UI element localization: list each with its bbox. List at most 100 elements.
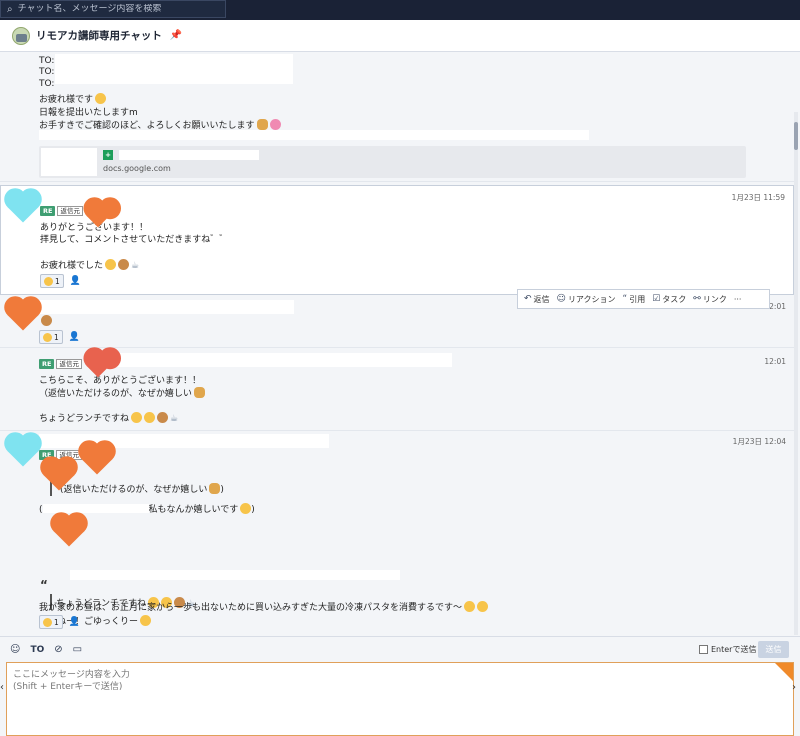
more-action[interactable]: ···	[734, 295, 742, 304]
smile-icon: ☺	[556, 294, 566, 304]
preview-domain: docs.google.com	[103, 164, 171, 173]
emoji-icon[interactable]: ☺	[10, 644, 20, 655]
task-action[interactable]: ☑ タスク	[652, 294, 686, 305]
face-emoji-icon	[43, 617, 52, 627]
face-emoji-icon	[140, 615, 152, 626]
send-button[interactable]: 送信	[758, 641, 789, 658]
bowl-emoji-icon	[118, 259, 130, 270]
more-icon: ···	[733, 294, 742, 304]
message-text: ちょうどランチですね ☕	[39, 412, 179, 424]
message-timeline: TO: TO: TO: お疲れ様です 日報を提出いたしますm お手すきでご確認の…	[0, 52, 800, 635]
message-text: 拝見して、コメントさせていただきますね゛゛	[40, 235, 229, 245]
link-action[interactable]: ⚯ リンク	[693, 294, 727, 305]
reply-action[interactable]: ↶ 返信	[524, 294, 550, 305]
tea-emoji-icon: ☕	[131, 261, 140, 271]
message-text: お疲れ様でした ☕	[40, 259, 140, 271]
link-preview[interactable]: + docs.google.com	[39, 146, 746, 178]
face-emoji-icon	[131, 412, 143, 423]
to-line: TO:	[39, 79, 55, 89]
re-badge: RE	[39, 359, 55, 369]
video-call-icon[interactable]: ▭	[73, 644, 82, 655]
redacted-block	[39, 130, 589, 140]
burger-emoji-icon	[209, 483, 221, 494]
face-emoji-icon	[144, 412, 156, 423]
re-label: 返信元	[56, 359, 82, 369]
quote-icon: “	[622, 294, 628, 304]
add-reaction-icon[interactable]: 👤	[69, 332, 80, 342]
message-time: 1月23日 12:04	[732, 437, 786, 446]
scrollbar[interactable]	[794, 112, 798, 635]
add-reaction-icon[interactable]: 👤	[70, 276, 81, 286]
bowl-emoji-icon	[41, 315, 52, 326]
face-emoji-icon	[240, 503, 252, 514]
reaction-chip[interactable]: 1	[39, 615, 63, 629]
chevron-left-icon[interactable]: ‹	[0, 682, 4, 693]
quote-mark-icon: “	[40, 578, 48, 592]
redacted-block	[55, 54, 293, 84]
search-icon: ⌕	[7, 3, 13, 15]
message-time: 12:01	[764, 357, 786, 366]
quote-text: (返信いただけるのが、なぜか嬉しい)	[60, 483, 224, 495]
message-action-bar: ↶ 返信 ☺ リアクション “引用 ☑ タスク ⚯ リンク ···	[517, 289, 770, 309]
pin-icon[interactable]: 📌	[170, 30, 182, 41]
face-emoji-icon	[477, 601, 489, 612]
top-bar: ⌕	[0, 0, 800, 20]
preview-title	[119, 150, 259, 160]
room-avatar[interactable]	[12, 26, 30, 45]
reaction-action[interactable]: ☺ リアクション	[557, 294, 616, 305]
scrollbar-thumb[interactable]	[794, 122, 798, 150]
enter-send-label: Enterで送信	[711, 645, 757, 654]
message-text: こちらこそ、ありがとうございます！！	[39, 376, 202, 386]
redacted-block	[70, 570, 400, 580]
composer-toolbar: ☺ TO ⊘ ▭ Enterで送信 送信	[0, 636, 800, 662]
re-label: 返信元	[57, 206, 83, 216]
face-emoji-icon	[43, 332, 52, 342]
add-reaction-icon[interactable]: 👤	[69, 617, 80, 627]
task-icon: ☑	[652, 294, 661, 304]
face-emoji-icon	[105, 259, 117, 270]
preview-thumbnail	[41, 148, 97, 176]
message-1: TO: TO: TO: お疲れ様です 日報を提出いたしますm お手すきでご確認の…	[0, 52, 794, 182]
bowl-emoji-icon	[157, 412, 169, 423]
spreadsheet-icon: +	[103, 150, 113, 160]
enter-send-toggle[interactable]: Enterで送信	[699, 644, 756, 655]
reaction-row: 1 👤	[39, 330, 80, 344]
face-emoji-icon	[464, 601, 476, 612]
reaction-chip[interactable]: 1	[40, 274, 64, 288]
search-box[interactable]: ⌕	[0, 0, 226, 18]
message-time: 1月23日 11:59	[731, 193, 785, 202]
re-badge: RE	[40, 206, 56, 216]
reaction-row: 1 👤	[40, 274, 81, 288]
reply-tag[interactable]: RE 返信元	[40, 206, 83, 216]
burger-emoji-icon	[256, 119, 268, 130]
room-header: リモアカ講師専用チャット 📌	[0, 20, 800, 52]
message-text: 我が家のお昼は、お正月に家から一歩も出ないために買い込みすぎた大量の冷凍パスタを…	[39, 600, 489, 613]
redacted-block	[39, 300, 294, 314]
to-button[interactable]: TO	[30, 645, 44, 655]
quote-action[interactable]: “引用	[623, 294, 646, 305]
reply-icon: ↶	[524, 294, 532, 304]
to-line: TO:	[39, 67, 55, 77]
corner-flag-icon[interactable]	[775, 663, 793, 681]
flower-emoji-icon	[269, 119, 281, 130]
chevron-right-icon[interactable]: ›	[792, 682, 796, 693]
reply-tag[interactable]: RE 返信元	[39, 359, 82, 369]
message-composer	[6, 662, 794, 736]
message-text: お疲れ様です	[39, 92, 107, 105]
redacted-block	[100, 353, 452, 367]
message-text: （返信いただけるのが、なぜか嬉しい	[39, 386, 205, 399]
reaction-row: 1 👤	[39, 615, 80, 629]
to-line: TO:	[39, 56, 55, 66]
message-text	[39, 315, 52, 327]
burger-emoji-icon	[193, 387, 205, 398]
smile-emoji-icon	[95, 93, 107, 104]
attach-icon[interactable]: ⊘	[54, 644, 62, 655]
room-title[interactable]: リモアカ講師専用チャット	[36, 28, 162, 43]
tea-emoji-icon: ☕	[170, 414, 179, 424]
search-input[interactable]	[17, 4, 218, 14]
enter-send-checkbox[interactable]	[699, 645, 708, 654]
link-icon: ⚯	[693, 294, 701, 304]
reaction-chip[interactable]: 1	[39, 330, 63, 344]
message-input[interactable]	[13, 669, 773, 729]
message-text: 日報を提出いたしますm	[39, 108, 138, 118]
